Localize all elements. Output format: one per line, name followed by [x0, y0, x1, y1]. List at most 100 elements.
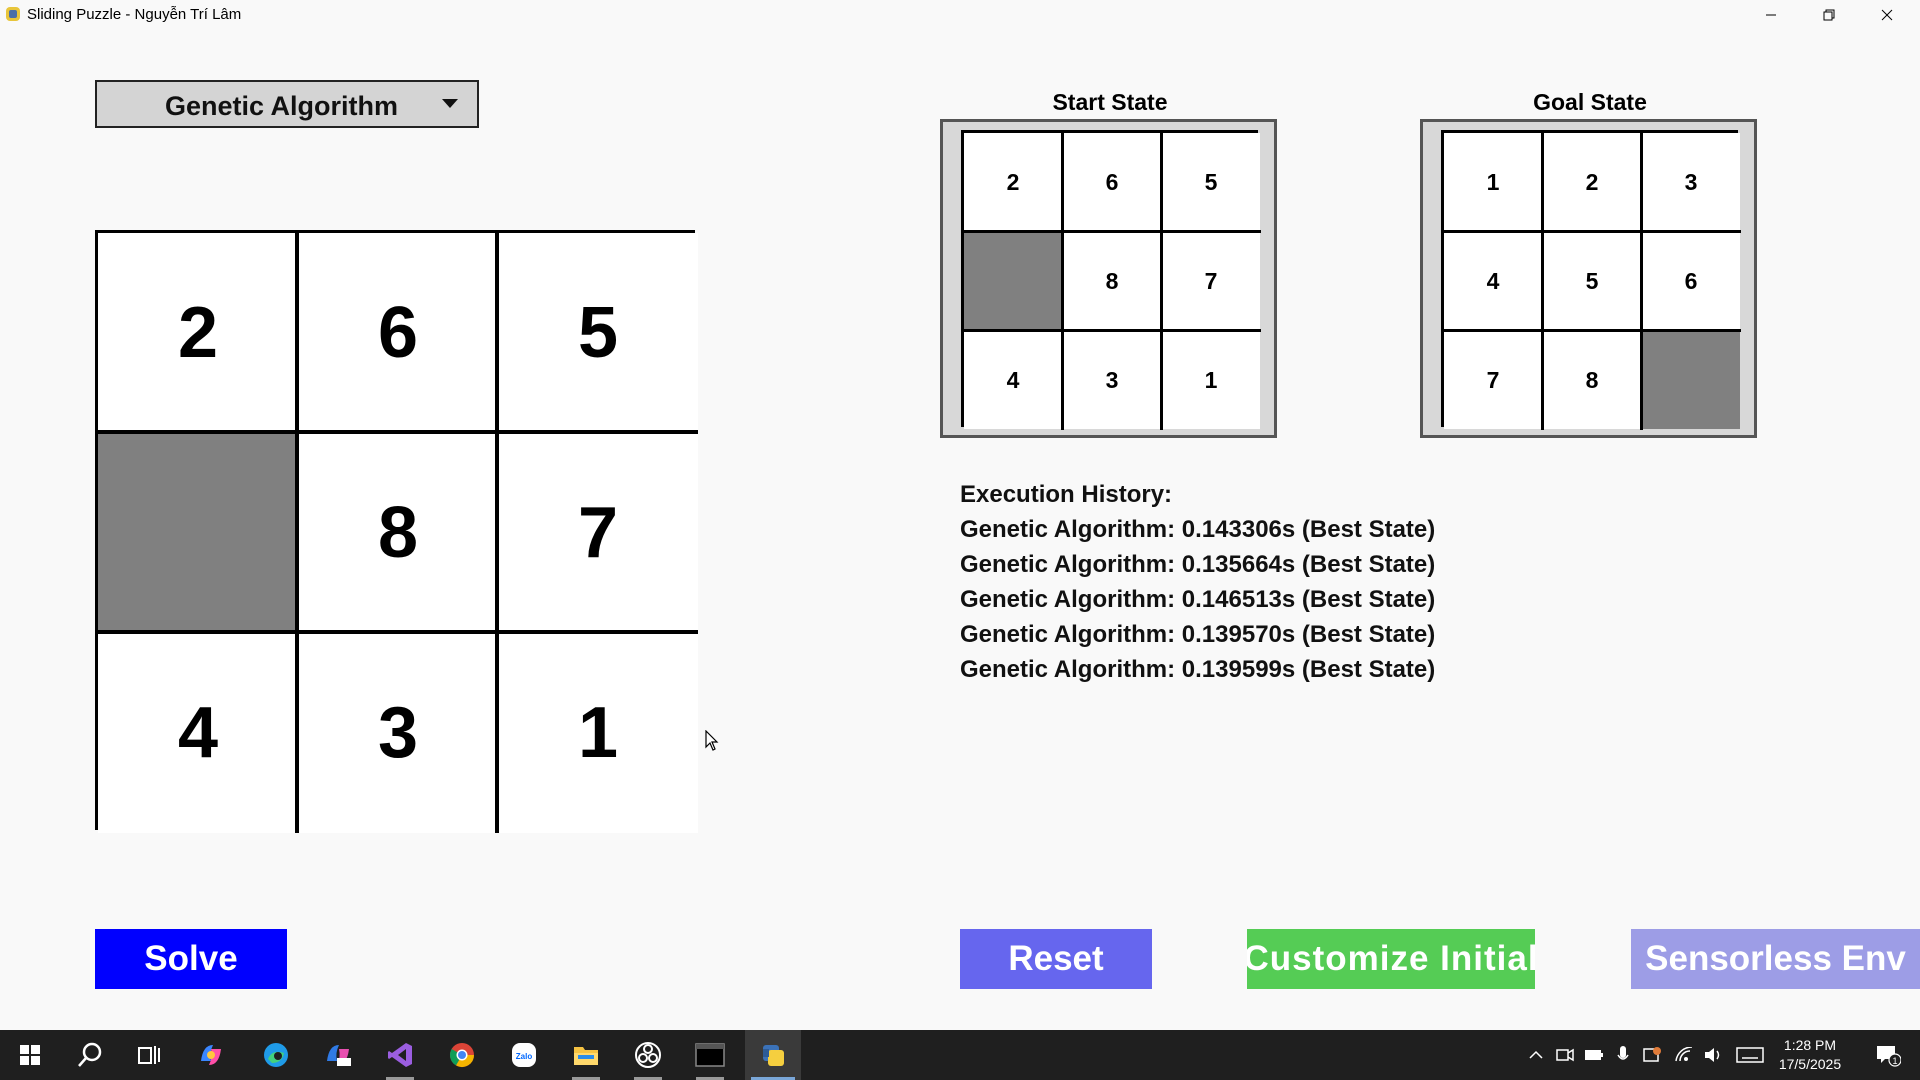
grid-line: [1444, 329, 1741, 332]
windows-start-icon: [20, 1045, 40, 1065]
restore-button[interactable]: [1800, 0, 1858, 30]
history-entry: Genetic Algorithm: 0.139570s (Best State…: [960, 621, 1436, 648]
goal-tile: 4: [1444, 232, 1542, 330]
puzzle-board: 2 6 5 8 7 4 3 1: [95, 230, 698, 833]
tray-battery[interactable]: [1582, 1030, 1606, 1080]
start-tile: 2: [964, 133, 1062, 231]
taskbar-python[interactable]: [745, 1030, 801, 1080]
notification-count: 1: [1892, 1056, 1897, 1066]
sensorless-env-button[interactable]: Sensorless Env: [1631, 929, 1920, 989]
taskbar-obs[interactable]: [620, 1030, 676, 1080]
board-tile[interactable]: 8: [298, 433, 498, 633]
board-tile[interactable]: 4: [98, 633, 298, 833]
start-state-title: Start State: [1052, 89, 1168, 115]
taskbar-copilot[interactable]: [183, 1030, 239, 1080]
reset-button[interactable]: Reset: [960, 929, 1152, 989]
execution-history: Execution History: Genetic Algorithm: 0.…: [960, 477, 1435, 687]
history-entry: Genetic Algorithm: 0.146513s (Best State…: [960, 586, 1436, 613]
visual-studio-icon: [388, 1043, 412, 1067]
grid-line: [495, 233, 499, 833]
mouse-cursor-icon: [705, 730, 719, 751]
history-entry: Genetic Algorithm: 0.143306s (Best State…: [960, 516, 1436, 543]
python-icon: [763, 1045, 784, 1066]
taskbar-edge[interactable]: [248, 1030, 304, 1080]
goal-tile: 1: [1444, 133, 1542, 231]
grid-line: [98, 430, 698, 434]
copilot-icon: [201, 1045, 221, 1065]
history-title: Execution History:: [960, 481, 1173, 508]
taskbar-terminal[interactable]: [682, 1030, 738, 1080]
tray-volume[interactable]: [1701, 1030, 1725, 1080]
start-tile: 1: [1162, 331, 1260, 429]
customize-initial-button[interactable]: Customize Initial: [1247, 929, 1535, 989]
search-icon: [78, 1042, 102, 1067]
battery-icon: [1585, 1050, 1603, 1060]
taskbar-file-explorer[interactable]: [558, 1030, 614, 1080]
grid-line: [1061, 133, 1064, 430]
python-app-icon: [6, 7, 20, 21]
search-button[interactable]: [62, 1030, 118, 1080]
file-explorer-icon: [574, 1047, 598, 1065]
goal-state-panel: 1 2 3 4 5 6 7 8: [1420, 119, 1757, 438]
close-icon: [1881, 9, 1893, 21]
tray-update[interactable]: [1640, 1030, 1664, 1080]
start-tile: 7: [1162, 232, 1260, 330]
tray-microphone[interactable]: [1611, 1030, 1635, 1080]
board-tile[interactable]: 5: [498, 233, 698, 433]
microphone-icon: [1617, 1046, 1629, 1060]
zalo-icon: Zalo: [512, 1043, 536, 1067]
board-tile[interactable]: 3: [298, 633, 498, 833]
board-tile[interactable]: 2: [98, 233, 298, 433]
tray-overflow[interactable]: [1524, 1030, 1548, 1080]
goal-tile: 2: [1543, 133, 1641, 231]
board-tile[interactable]: 7: [498, 433, 698, 633]
zalo-logo-text: Zalo: [516, 1052, 533, 1061]
start-button[interactable]: [2, 1030, 58, 1080]
notification-button[interactable]: 1: [1868, 1030, 1908, 1080]
grid-line: [295, 233, 299, 833]
board-tile-blank[interactable]: [98, 433, 298, 633]
start-state-panel: 2 6 5 8 7 4 3 1: [940, 119, 1277, 438]
taskbar-microsoft365[interactable]: [310, 1030, 366, 1080]
notification-icon: 1: [1877, 1046, 1901, 1067]
solve-button[interactable]: Solve: [95, 929, 287, 989]
grid-line: [1640, 133, 1643, 430]
microsoft365-icon: [327, 1045, 351, 1066]
task-view-button[interactable]: [121, 1030, 177, 1080]
taskbar-visual-studio[interactable]: [372, 1030, 428, 1080]
close-button[interactable]: [1858, 0, 1916, 30]
taskbar-zalo[interactable]: Zalo: [496, 1030, 552, 1080]
system-clock[interactable]: 1:28 PM 17/5/2025: [1760, 1036, 1860, 1074]
board-tile[interactable]: 6: [298, 233, 498, 433]
board-tile[interactable]: 1: [498, 633, 698, 833]
grid-line: [1444, 230, 1741, 233]
chevron-down-icon: [442, 99, 458, 108]
task-view-icon: [138, 1046, 160, 1064]
taskbar-chrome[interactable]: [434, 1030, 490, 1080]
app-window: Genetic Algorithm 2 6 5 8 7 4 3 1 Start …: [0, 30, 1920, 1030]
history-entry: Genetic Algorithm: 0.135664s (Best State…: [960, 551, 1436, 578]
edge-icon: [264, 1043, 288, 1067]
start-tile: 4: [964, 331, 1062, 429]
grid-line: [1541, 133, 1544, 430]
clock-time: 1:28 PM: [1783, 1037, 1837, 1053]
minimize-icon: [1766, 14, 1776, 16]
clock-date: 17/5/2025: [1778, 1056, 1842, 1072]
goal-state-grid: 1 2 3 4 5 6 7 8: [1441, 130, 1741, 430]
algorithm-dropdown[interactable]: Genetic Algorithm: [95, 80, 479, 128]
history-entry: Genetic Algorithm: 0.139599s (Best State…: [960, 656, 1436, 683]
start-tile-blank: [964, 232, 1062, 330]
goal-tile: 3: [1642, 133, 1740, 231]
minimize-button[interactable]: [1742, 0, 1800, 30]
tray-camera[interactable]: [1553, 1030, 1577, 1080]
algorithm-selected: Genetic Algorithm: [165, 91, 399, 121]
start-tile: 6: [1063, 133, 1161, 231]
grid-line: [964, 329, 1261, 332]
goal-tile: 5: [1543, 232, 1641, 330]
obs-icon: [635, 1042, 661, 1068]
terminal-icon: [695, 1043, 725, 1067]
tray-wifi[interactable]: [1672, 1030, 1696, 1080]
title-bar: Sliding Puzzle - Nguyễn Trí Lâm: [0, 0, 1920, 30]
wifi-icon: [1675, 1047, 1693, 1062]
goal-tile: 7: [1444, 331, 1542, 429]
